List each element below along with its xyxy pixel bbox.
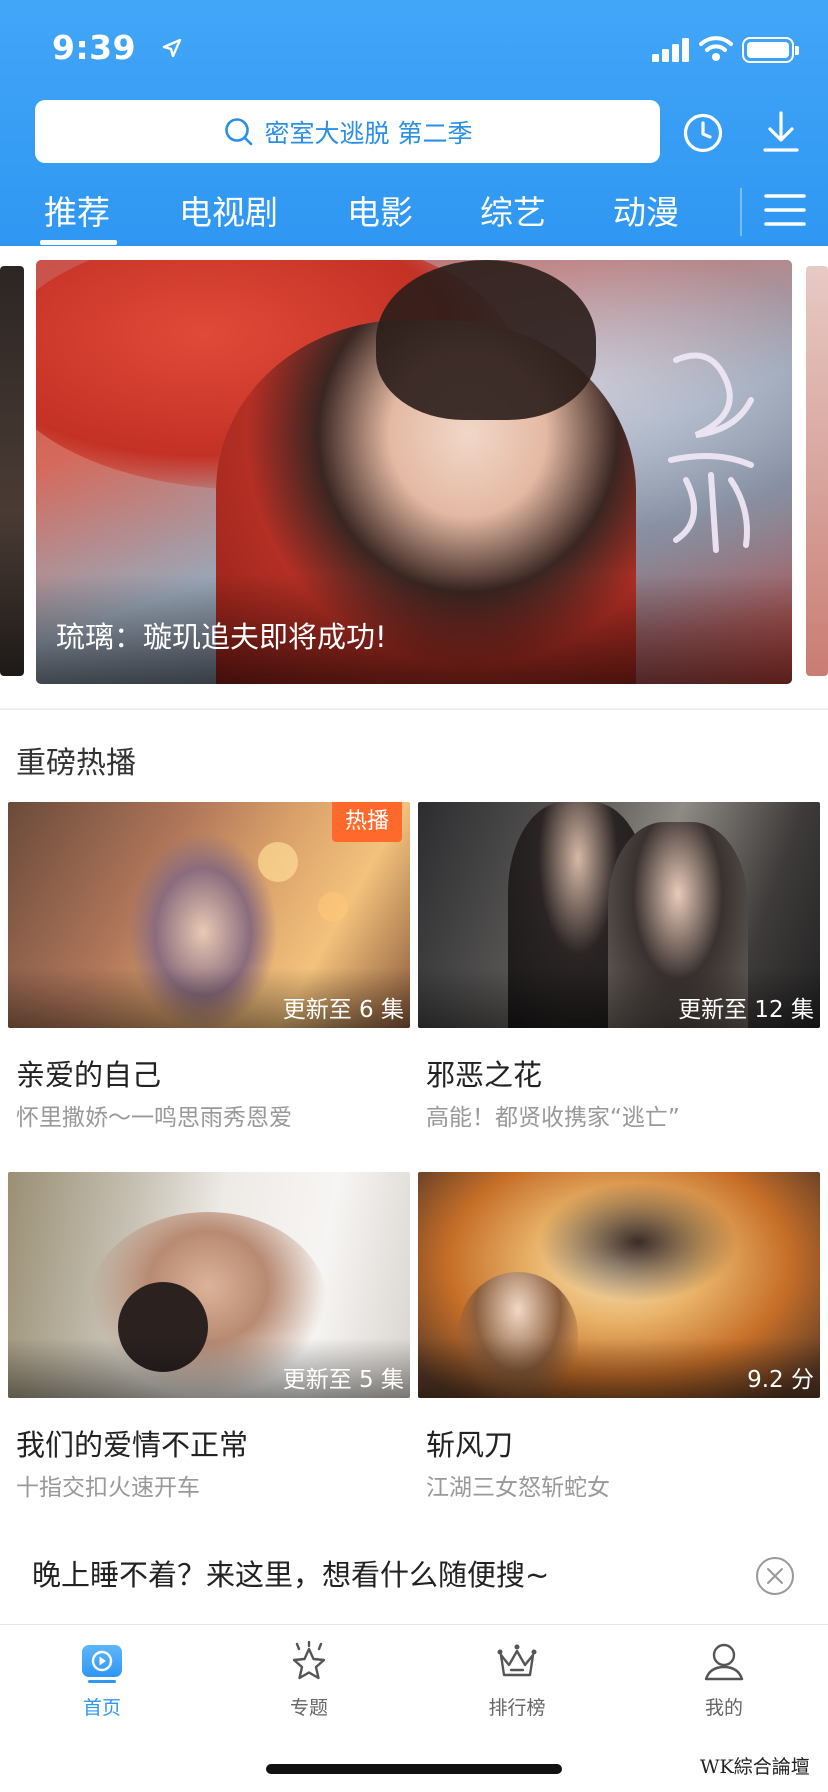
tab-topics[interactable]: 专题 xyxy=(249,1641,369,1731)
banner-prev-peek[interactable] xyxy=(0,266,24,676)
tab-variety[interactable]: 综艺 xyxy=(480,186,546,234)
show-subtitle: 怀里撒娇～一鸣思雨秀恩爱 xyxy=(16,1105,292,1131)
status-bar: 9:39 xyxy=(0,0,828,96)
show-thumbnail: 热播 更新至 6 集 xyxy=(8,802,410,1028)
show-thumbnail: 更新至 12 集 xyxy=(418,802,820,1028)
tab-tv-series[interactable]: 电视剧 xyxy=(179,186,278,234)
show-title: 我们的爱情不正常 xyxy=(16,1428,249,1462)
featured-banner[interactable]: 琉璃：璇玑追夫即将成功! xyxy=(36,260,792,684)
rating-badge: 9.2 分 xyxy=(747,1367,814,1393)
show-card[interactable]: 更新至 5 集 我们的爱情不正常 十指交扣火速开车 xyxy=(8,1172,410,1501)
wifi-icon xyxy=(699,36,733,61)
show-thumbnail: 更新至 5 集 xyxy=(8,1172,410,1398)
show-logo-art xyxy=(668,352,754,553)
tab-rankings-label: 排行榜 xyxy=(488,1697,546,1719)
tab-recommended[interactable]: 推荐 xyxy=(44,186,110,234)
crown-icon xyxy=(497,1644,537,1677)
episode-badge: 更新至 5 集 xyxy=(282,1367,404,1393)
tab-topics-label: 专题 xyxy=(289,1697,328,1719)
location-arrow-icon xyxy=(162,38,182,58)
status-time: 9:39 xyxy=(52,28,137,67)
tab-rankings[interactable]: 排行榜 xyxy=(457,1641,577,1731)
episode-badge: 更新至 12 集 xyxy=(678,997,814,1023)
tab-home[interactable]: 首页 xyxy=(42,1641,162,1731)
show-card[interactable]: 更新至 12 集 邪恶之花 高能！都贤收携家“逃亡” xyxy=(418,802,820,1131)
cellular-signal-icon xyxy=(652,38,689,62)
home-play-icon xyxy=(82,1645,122,1683)
show-card[interactable]: 9.2 分 斩风刀 江湖三女怒斩蛇女 xyxy=(418,1172,820,1501)
episode-badge: 更新至 6 集 xyxy=(282,997,404,1023)
tab-movies[interactable]: 电影 xyxy=(347,186,413,234)
app-header: 9:39 密室大逃脱 第二季 推荐 电视剧 电影 综艺 动漫 xyxy=(0,0,828,246)
menu-icon[interactable] xyxy=(742,176,828,246)
close-icon[interactable] xyxy=(755,1556,795,1596)
search-placeholder: 密室大逃脱 第二季 xyxy=(264,118,473,148)
search-promo-bar[interactable]: 晚上睡不着？来这里，想看什么随便搜~ xyxy=(0,1524,828,1624)
tab-anime[interactable]: 动漫 xyxy=(613,186,679,234)
show-title: 斩风刀 xyxy=(426,1428,514,1462)
tab-home-label: 首页 xyxy=(82,1697,121,1719)
category-tabs: 推荐 电视剧 电影 综艺 动漫 xyxy=(0,176,740,246)
user-icon xyxy=(704,1643,744,1681)
banner-caption: 琉璃：璇玑追夫即将成功! xyxy=(56,620,387,654)
active-tab-indicator xyxy=(40,240,117,245)
star-icon xyxy=(292,1641,326,1680)
show-title: 亲爱的自己 xyxy=(16,1058,162,1092)
search-input[interactable]: 密室大逃脱 第二季 xyxy=(35,100,660,163)
show-title: 邪恶之花 xyxy=(426,1058,543,1092)
hot-tag: 热播 xyxy=(332,802,402,842)
show-thumbnail: 9.2 分 xyxy=(418,1172,820,1398)
show-subtitle: 高能！都贤收携家“逃亡” xyxy=(426,1105,680,1131)
battery-icon xyxy=(742,37,799,63)
promo-text: 晚上睡不着？来这里，想看什么随便搜~ xyxy=(32,1558,550,1592)
tab-profile[interactable]: 我的 xyxy=(664,1641,784,1731)
tab-profile-label: 我的 xyxy=(704,1697,743,1719)
download-icon[interactable] xyxy=(760,110,802,154)
home-indicator[interactable] xyxy=(266,1764,562,1774)
section-title: 重磅热播 xyxy=(16,746,136,781)
show-subtitle: 十指交扣火速开车 xyxy=(16,1475,200,1501)
section-divider xyxy=(0,708,828,710)
history-clock-icon[interactable] xyxy=(682,112,724,154)
show-subtitle: 江湖三女怒斩蛇女 xyxy=(426,1475,610,1501)
watermark: WK綜合論壇 xyxy=(700,1756,810,1778)
search-icon xyxy=(224,117,252,145)
show-card[interactable]: 热播 更新至 6 集 亲爱的自己 怀里撒娇～一鸣思雨秀恩爱 xyxy=(8,802,410,1131)
banner-next-peek[interactable] xyxy=(806,266,828,676)
